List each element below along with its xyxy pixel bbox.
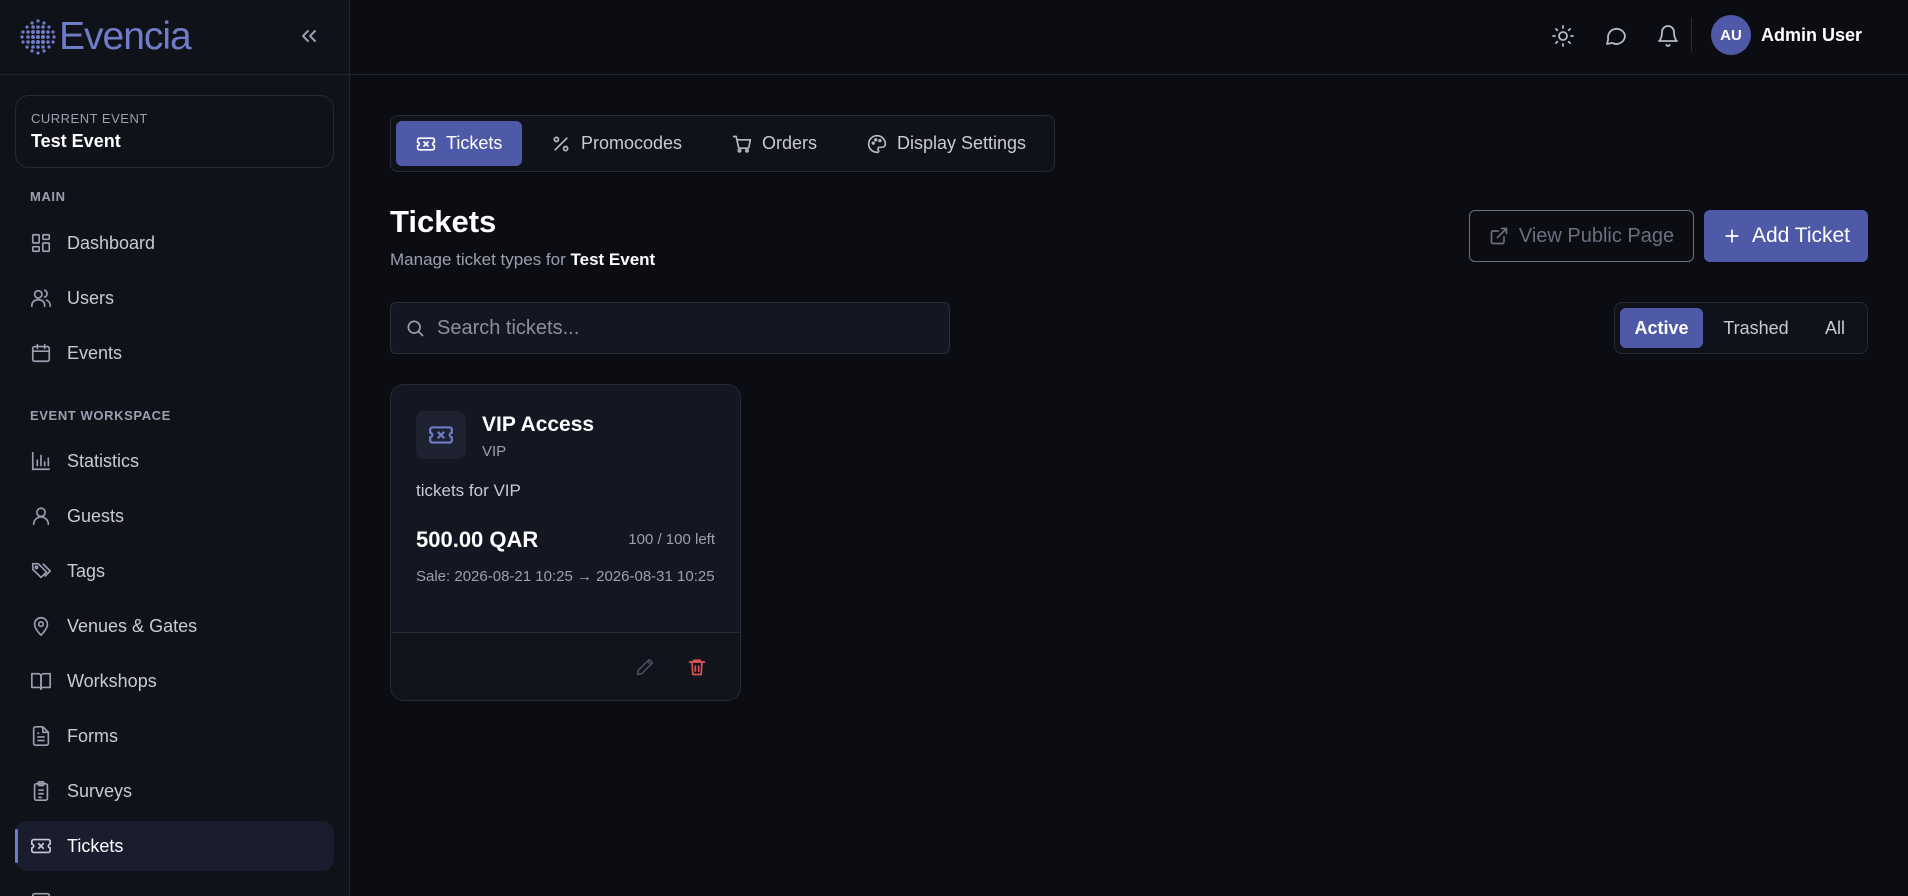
sidebar-item-label: Surveys bbox=[67, 780, 133, 801]
tab-label: Promocodes bbox=[581, 133, 683, 153]
sidebar-item-forms[interactable]: Forms bbox=[15, 711, 334, 761]
subtitle-event: Test Event bbox=[570, 250, 656, 269]
sidebar-item-tickets[interactable]: Tickets bbox=[15, 821, 334, 871]
user-icon bbox=[32, 507, 50, 526]
sidebar-item-users[interactable]: Users bbox=[15, 273, 334, 323]
status-filter: Active Trashed All bbox=[1614, 302, 1868, 354]
palette-icon bbox=[867, 134, 887, 153]
tags-icon bbox=[31, 562, 51, 579]
sun-icon[interactable] bbox=[1551, 24, 1575, 48]
ticket-card-icon bbox=[416, 411, 466, 459]
sidebar-item-label: Statistics bbox=[67, 450, 140, 471]
topbar-divider bbox=[1691, 18, 1692, 52]
ticket-sale-window: Sale: 2026-08-21 10:25 → 2026-08-31 10:2… bbox=[416, 568, 715, 585]
sidebar-item-guests[interactable]: Guests bbox=[15, 491, 334, 541]
tab-label: Orders bbox=[762, 133, 818, 153]
tab-display-settings[interactable]: Display Settings bbox=[847, 121, 1046, 166]
calendar-icon bbox=[31, 343, 51, 363]
ticket-code: VIP bbox=[482, 443, 507, 460]
workspace-section-label: EVENT WORKSPACE bbox=[30, 408, 171, 423]
filter-active[interactable]: Active bbox=[1620, 308, 1703, 348]
ticket-card[interactable]: VIP Access VIP tickets for VIP 500.00 QA… bbox=[390, 384, 741, 701]
search-input[interactable] bbox=[437, 316, 917, 340]
filter-trashed[interactable]: Trashed bbox=[1708, 308, 1804, 348]
page-subtitle: Manage ticket types for Test Event bbox=[390, 250, 655, 270]
users-icon bbox=[31, 289, 51, 308]
sidebar-item-label: Users bbox=[67, 287, 115, 308]
brand-logo-icon bbox=[20, 19, 56, 55]
chat-icon[interactable] bbox=[1604, 24, 1628, 48]
sidebar: Evencia CURRENT EVENT Test Event MAIN Da… bbox=[0, 0, 350, 896]
ticket-availability: 100 / 100 left bbox=[628, 531, 715, 548]
sidebar-item-label: Tickets bbox=[67, 835, 124, 856]
percent-icon bbox=[553, 136, 569, 151]
sidebar-item-label: Dashboard bbox=[67, 232, 156, 253]
dashboard-icon bbox=[31, 233, 51, 253]
ticket-name: VIP Access bbox=[482, 413, 595, 436]
tab-promocodes[interactable]: Promocodes bbox=[531, 121, 702, 166]
ticket-price: 500.00 QAR bbox=[416, 527, 539, 552]
ticket-icon bbox=[31, 838, 51, 854]
tab-label: Display Settings bbox=[897, 133, 1027, 153]
current-event-name: Test Event bbox=[31, 131, 121, 151]
map-pin-icon bbox=[33, 616, 49, 637]
bell-icon[interactable] bbox=[1656, 24, 1680, 48]
cart-icon bbox=[732, 135, 752, 153]
bar-chart-icon bbox=[31, 451, 51, 471]
edit-ticket-button[interactable] bbox=[632, 654, 658, 680]
sidebar-item-tags[interactable]: Tags bbox=[15, 546, 334, 596]
sidebar-item-label: Workshops bbox=[67, 670, 157, 691]
filter-all[interactable]: All bbox=[1809, 308, 1861, 348]
event-tabs: Tickets Promocodes Orders Display Settin… bbox=[390, 115, 1055, 172]
search-box bbox=[390, 302, 950, 354]
tab-tickets[interactable]: Tickets bbox=[396, 121, 523, 166]
file-text-icon bbox=[32, 726, 50, 746]
sidebar-item-surveys[interactable]: Surveys bbox=[15, 766, 334, 816]
view-public-page-button[interactable]: View Public Page bbox=[1469, 210, 1694, 262]
user-name[interactable]: Admin User bbox=[1761, 25, 1862, 46]
ticket-icon bbox=[429, 426, 453, 444]
sidebar-item-label: Tags bbox=[67, 560, 106, 581]
ticket-description: tickets for VIP bbox=[416, 481, 521, 500]
search-icon bbox=[407, 320, 424, 337]
topbar: AU Admin User bbox=[350, 0, 1908, 75]
external-link-icon bbox=[1490, 227, 1508, 245]
sidebar-item-label: Events bbox=[67, 342, 123, 363]
sidebar-item-label: Guests bbox=[67, 505, 125, 526]
tab-orders[interactable]: Orders bbox=[712, 121, 837, 166]
sidebar-item-venues-gates[interactable]: Venues & Gates bbox=[15, 601, 334, 651]
sidebar-item-label: Venues & Gates bbox=[67, 615, 198, 636]
main-section-label: MAIN bbox=[30, 189, 66, 204]
subtitle-prefix: Manage ticket types for bbox=[390, 250, 566, 269]
brand[interactable]: Evencia bbox=[0, 0, 349, 75]
list-icon bbox=[31, 892, 51, 896]
plus-icon bbox=[1725, 229, 1739, 243]
sidebar-item-partial[interactable] bbox=[15, 876, 334, 896]
add-ticket-button[interactable]: Add Ticket bbox=[1704, 210, 1868, 262]
sidebar-item-dashboard[interactable]: Dashboard bbox=[15, 218, 334, 268]
add-ticket-label: Add Ticket bbox=[1751, 224, 1851, 247]
ticket-card-footer bbox=[391, 632, 740, 700]
page-title: Tickets bbox=[390, 204, 497, 239]
tab-label: Tickets bbox=[446, 133, 503, 153]
brand-name: Evencia bbox=[59, 15, 192, 58]
view-public-page-label: View Public Page bbox=[1518, 224, 1675, 247]
collapse-sidebar-icon[interactable] bbox=[297, 24, 321, 48]
book-icon bbox=[31, 672, 51, 691]
delete-ticket-button[interactable] bbox=[684, 654, 710, 680]
trash-icon bbox=[688, 659, 706, 676]
sidebar-item-label: Forms bbox=[67, 725, 118, 746]
avatar[interactable]: AU bbox=[1711, 15, 1751, 55]
sidebar-item-statistics[interactable]: Statistics bbox=[15, 436, 334, 486]
sidebar-item-workshops[interactable]: Workshops bbox=[15, 656, 334, 706]
current-event-label: CURRENT EVENT bbox=[31, 111, 148, 126]
sidebar-item-events[interactable]: Events bbox=[15, 328, 334, 378]
ticket-icon bbox=[416, 136, 436, 151]
clipboard-icon bbox=[33, 781, 49, 801]
pencil-icon bbox=[636, 658, 654, 676]
current-event-card[interactable]: CURRENT EVENT Test Event bbox=[15, 95, 334, 168]
